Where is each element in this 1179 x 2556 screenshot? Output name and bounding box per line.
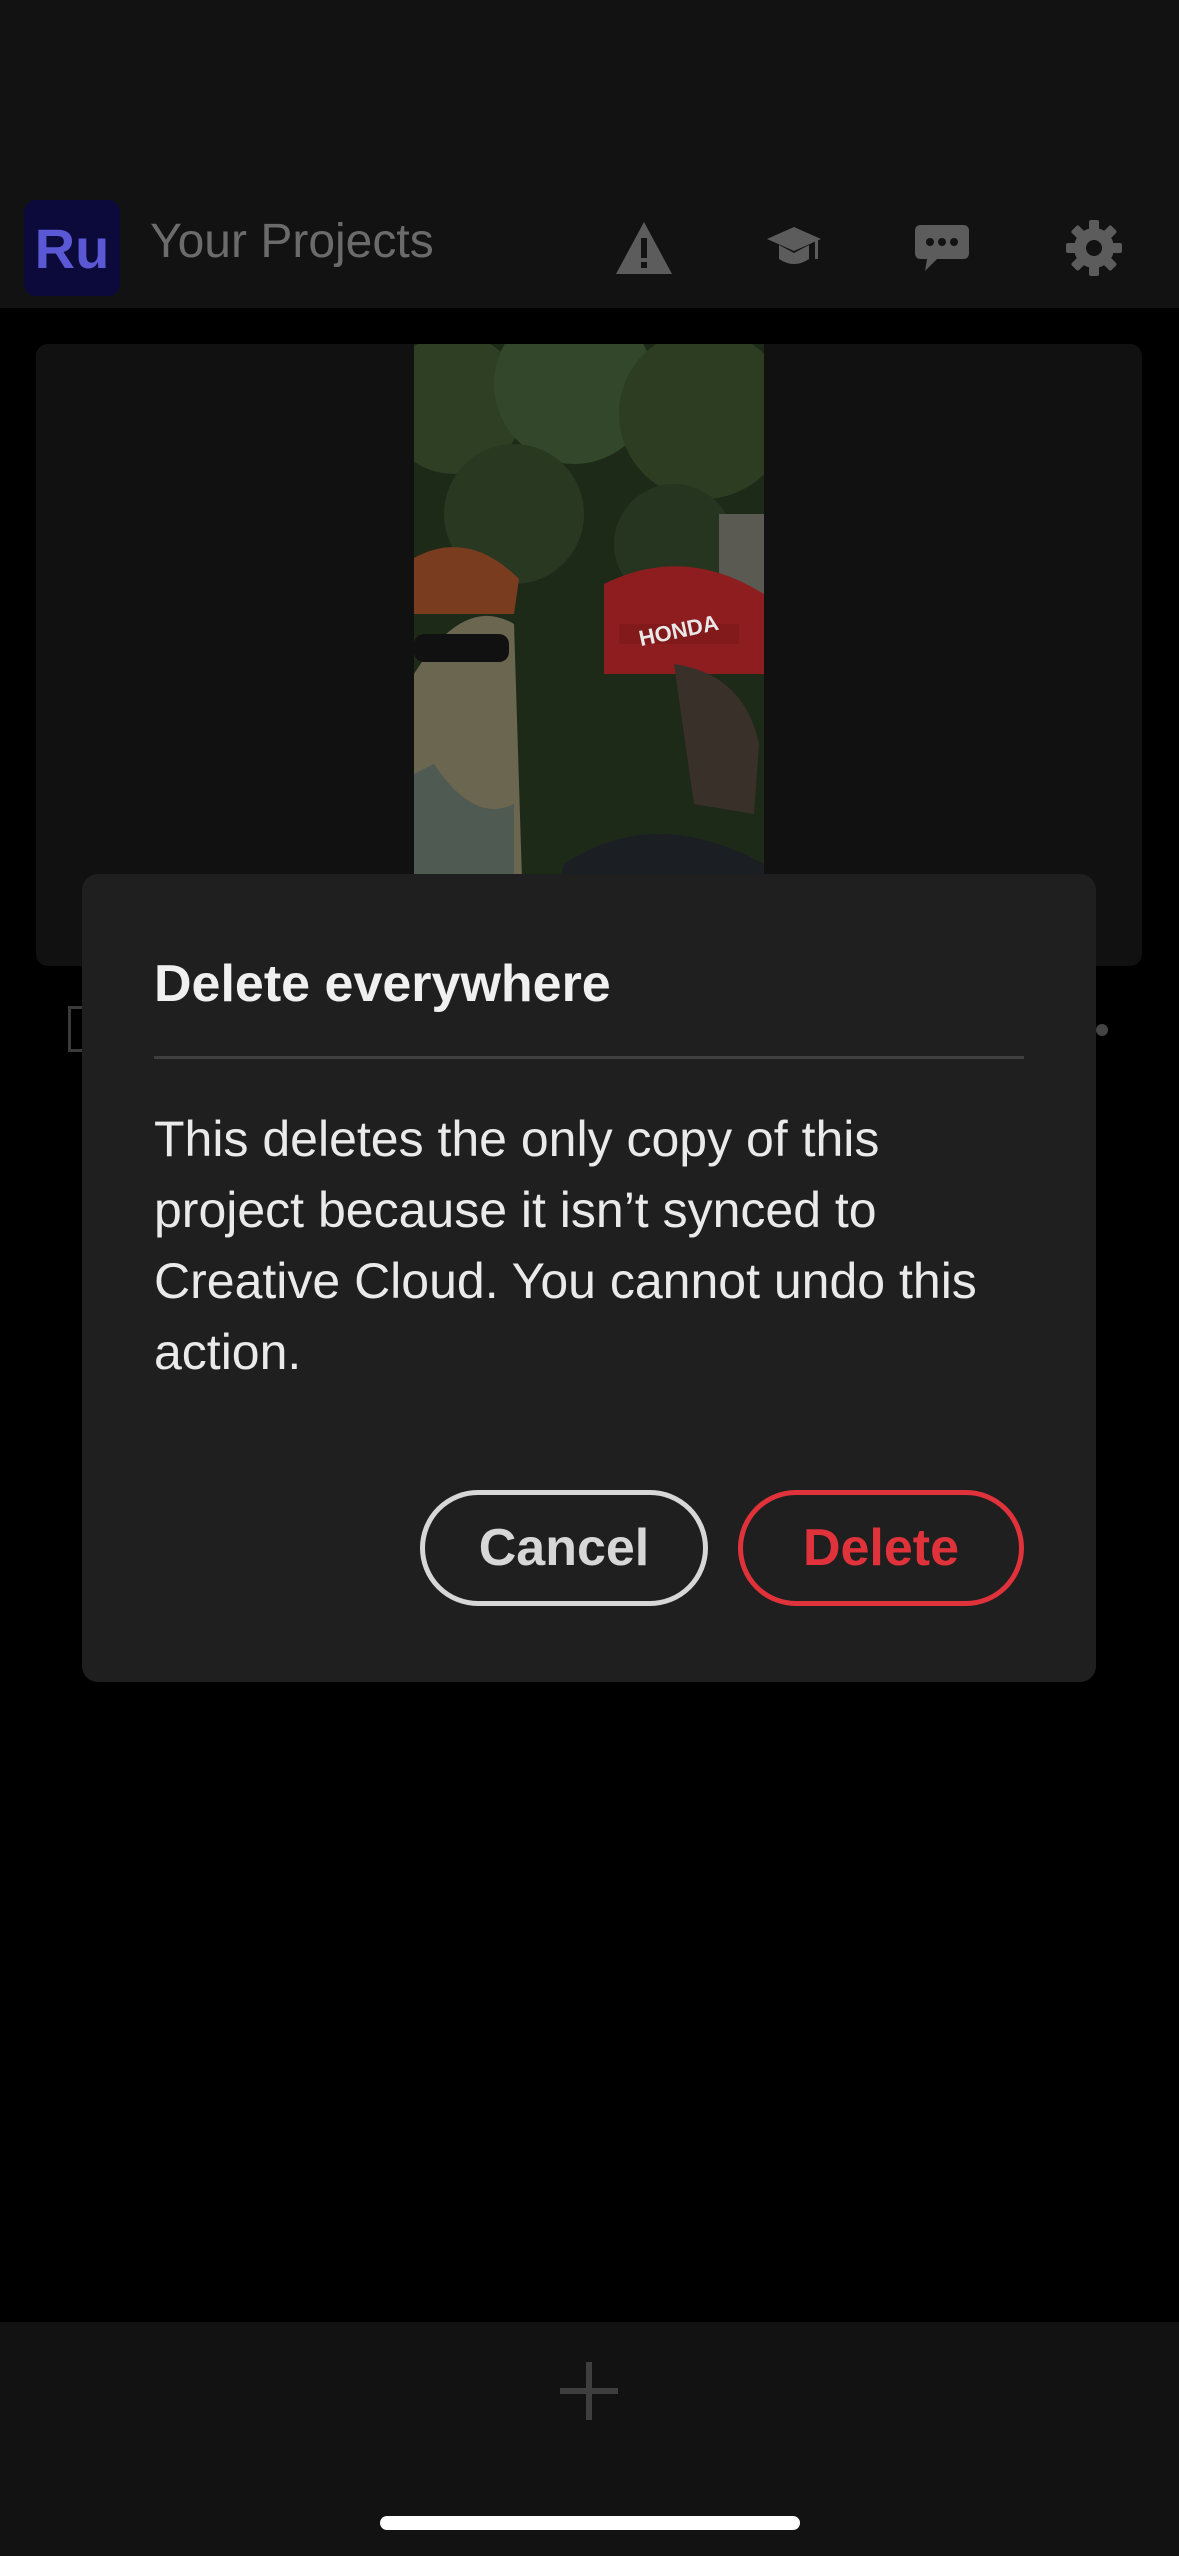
add-project-icon[interactable]: [546, 2348, 632, 2434]
warning-icon[interactable]: [608, 212, 680, 284]
project-card[interactable]: HONDA: [36, 344, 1142, 966]
delete-button[interactable]: Delete: [738, 1490, 1024, 1606]
settings-icon[interactable]: [1058, 212, 1130, 284]
dialog-divider: [154, 1056, 1024, 1059]
app-logo: Ru: [24, 200, 120, 296]
cancel-button[interactable]: Cancel: [420, 1490, 708, 1606]
delete-dialog: Delete everywhere This deletes the only …: [82, 874, 1096, 1682]
home-indicator[interactable]: [380, 2516, 800, 2530]
top-bar: Ru Your Projects: [0, 0, 1179, 308]
project-thumbnail: HONDA: [414, 344, 764, 944]
dialog-message: This deletes the only copy of this proje…: [154, 1111, 977, 1380]
dialog-title: Delete everywhere: [154, 955, 611, 1013]
page-title: Your Projects: [150, 215, 434, 268]
feedback-icon[interactable]: [906, 212, 978, 284]
more-options-icon[interactable]: [1096, 1024, 1108, 1036]
learn-icon[interactable]: [758, 212, 830, 284]
